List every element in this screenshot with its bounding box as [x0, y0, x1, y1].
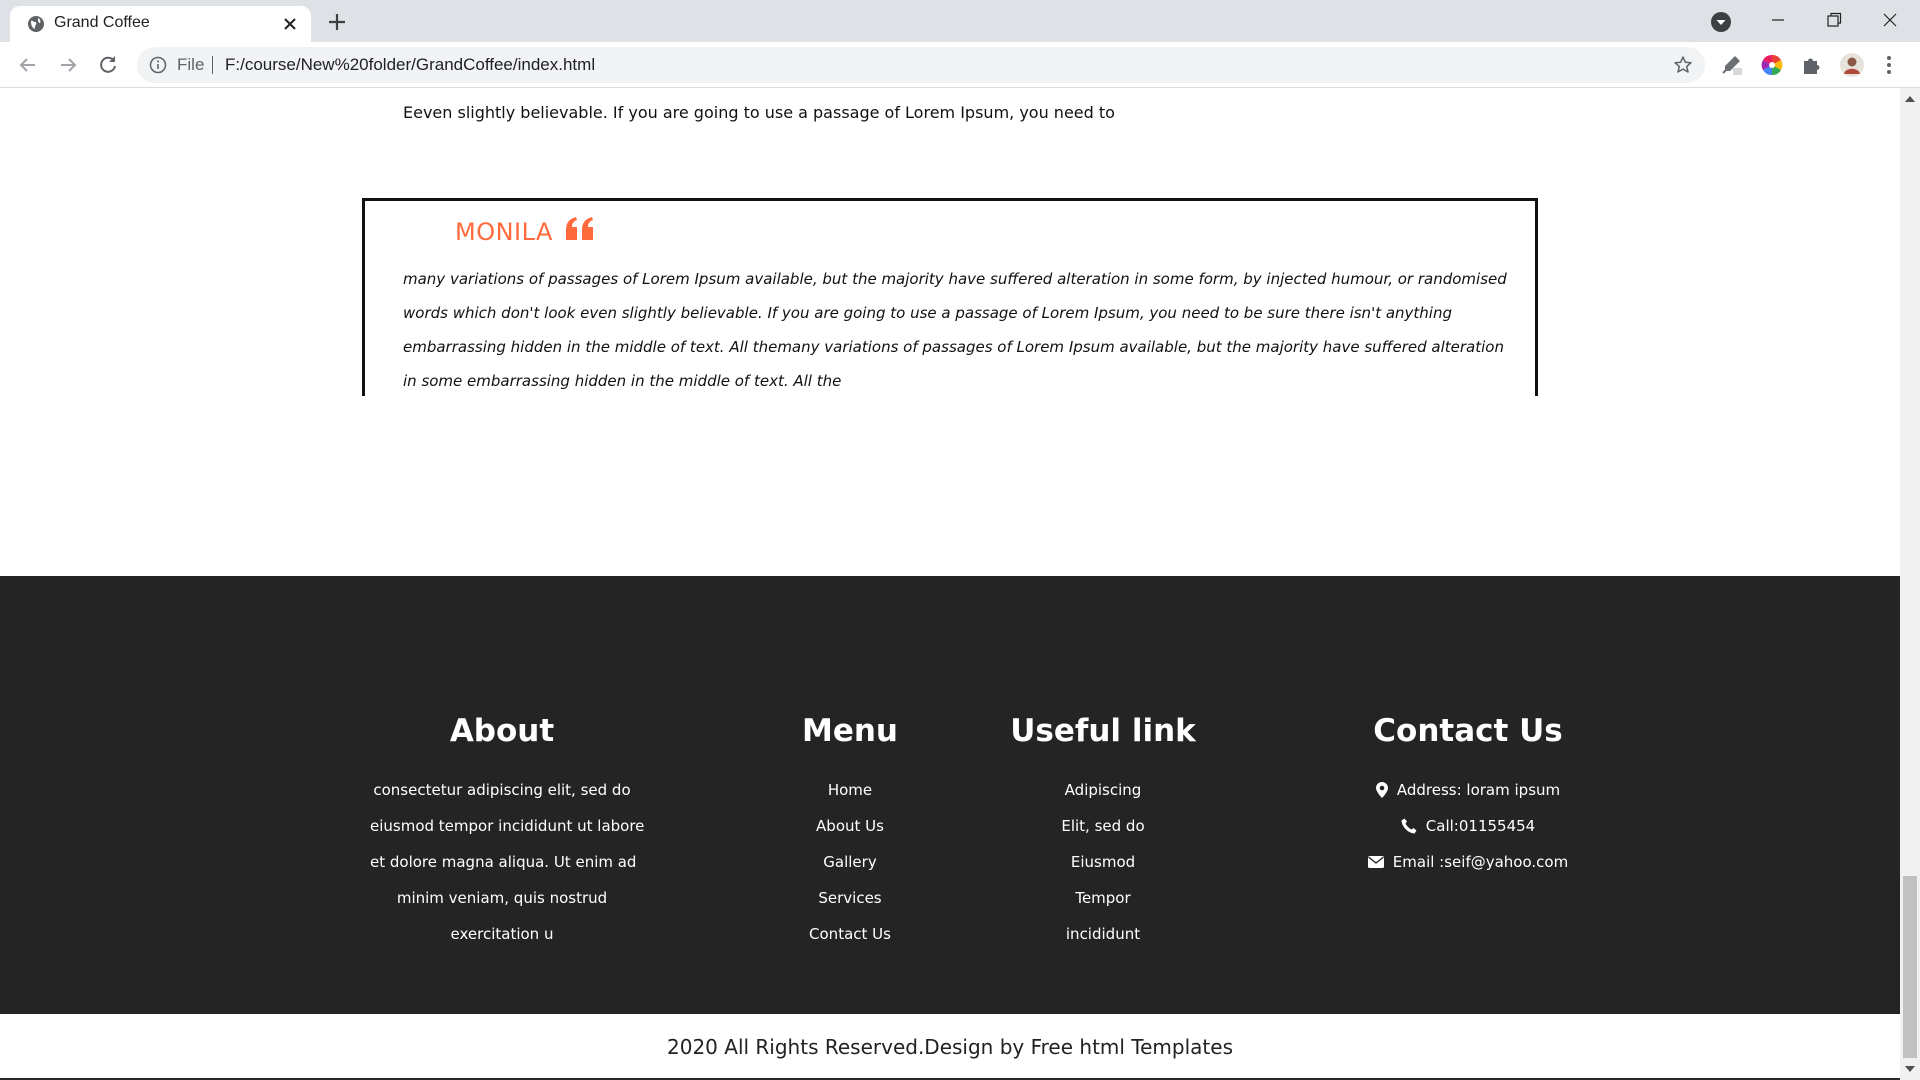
- close-icon[interactable]: [280, 14, 300, 34]
- url-text[interactable]: F:/course/New%20folder/GrandCoffee/index…: [225, 54, 595, 76]
- footer-useful-link[interactable]: Elit, sed do: [998, 808, 1208, 844]
- reload-icon[interactable]: [94, 51, 122, 79]
- color-wheel-icon[interactable]: [1759, 52, 1785, 78]
- call-text: Call:01155454: [1425, 817, 1536, 835]
- kebab-menu-icon[interactable]: [1882, 52, 1896, 78]
- plus-icon[interactable]: [325, 10, 349, 34]
- copyright-text: 2020 All Rights Reserved.Design by Free …: [0, 1014, 1900, 1080]
- close-icon: [1883, 13, 1897, 27]
- restore-icon: [1827, 12, 1842, 27]
- envelope-icon: [1367, 856, 1384, 868]
- email-text: Email :seif@yahoo.com: [1392, 853, 1569, 871]
- footer-menu-gallery[interactable]: Gallery: [770, 844, 930, 880]
- footer-menu-contact-us[interactable]: Contact Us: [770, 916, 930, 952]
- footer-useful-link[interactable]: Tempor: [998, 880, 1208, 916]
- avatar-icon[interactable]: [1839, 52, 1865, 78]
- page-viewport: Eeven slightly believable. If you are go…: [0, 88, 1900, 1080]
- window-close-button[interactable]: [1862, 0, 1918, 40]
- tab-title: Grand Coffee: [54, 14, 150, 31]
- footer-about-line: et dolore magna aliqua. Ut enim ad: [370, 853, 637, 871]
- footer-useful-heading: Useful link: [1010, 713, 1196, 749]
- scheme-label: File: [177, 55, 205, 74]
- footer-contact-email[interactable]: Email :seif@yahoo.com: [1333, 844, 1603, 880]
- footer-useful-link[interactable]: Eiusmod: [998, 844, 1208, 880]
- footer-contact-address: Address: loram ipsum: [1333, 772, 1603, 808]
- footer-about-line: consectetur adipiscing elit, sed do: [373, 781, 631, 799]
- footer-menu-home[interactable]: Home: [770, 772, 930, 808]
- map-pin-icon: [1375, 782, 1388, 798]
- info-icon[interactable]: [149, 56, 167, 74]
- testimonial-text: many variations of passages of Lorem Ips…: [403, 270, 1507, 390]
- site-footer: About consectetur adipiscing elit, sed d…: [0, 576, 1900, 1014]
- vertical-scrollbar[interactable]: [1900, 88, 1920, 1080]
- intro-text: Eeven slightly believable. If you are go…: [403, 103, 1115, 122]
- footer-menu-about-us[interactable]: About Us: [770, 808, 930, 844]
- scroll-thumb[interactable]: [1903, 876, 1917, 1058]
- footer-contact-heading: Contact Us: [1373, 713, 1563, 749]
- address-bar[interactable]: File F:/course/New%20folder/GrandCoffee/…: [137, 47, 1705, 83]
- footer-contact: Contact Us Address: loram ipsum Call:011…: [1333, 712, 1603, 880]
- footer-about: About consectetur adipiscing elit, sed d…: [370, 712, 645, 952]
- scroll-up-arrow[interactable]: [1905, 96, 1915, 102]
- footer-useful-links: Useful link Adipiscing Elit, sed do Eius…: [998, 712, 1208, 952]
- footer-about-line: minim veniam, quis nostrud: [396, 889, 608, 907]
- browser-toolbar: File F:/course/New%20folder/GrandCoffee/…: [0, 42, 1920, 88]
- footer-menu: Menu Home About Us Gallery Services Cont…: [770, 712, 930, 952]
- testimonial-card: MONILA many variations of passages of Lo…: [362, 198, 1538, 396]
- address-text: Address: loram ipsum: [1396, 781, 1561, 799]
- minimize-button[interactable]: [1750, 0, 1806, 40]
- globe-icon: [28, 16, 44, 32]
- eyedropper-icon[interactable]: [1718, 52, 1744, 78]
- forward-arrow-icon[interactable]: [54, 51, 82, 79]
- quote-icon: [566, 217, 593, 240]
- browser-tab[interactable]: Grand Coffee: [10, 6, 311, 42]
- footer-contact-call: Call:01155454: [1333, 808, 1603, 844]
- footer-menu-heading: Menu: [801, 713, 898, 749]
- phone-icon: [1401, 818, 1417, 834]
- chevron-down-circle-icon[interactable]: [1710, 11, 1732, 33]
- footer-useful-link[interactable]: incididunt: [998, 916, 1208, 952]
- maximize-button[interactable]: [1806, 0, 1862, 40]
- back-arrow-icon[interactable]: [14, 51, 42, 79]
- footer-about-line: eiusmod tempor incididunt ut labore: [370, 817, 645, 835]
- puzzle-icon[interactable]: [1799, 52, 1825, 78]
- scroll-down-arrow[interactable]: [1905, 1066, 1915, 1072]
- minimize-icon: [1772, 19, 1784, 21]
- footer-useful-link[interactable]: Adipiscing: [998, 772, 1208, 808]
- testimonial-name: MONILA: [455, 218, 553, 246]
- browser-tabstrip: Grand Coffee: [0, 0, 1920, 42]
- star-icon[interactable]: [1673, 55, 1693, 75]
- footer-menu-services[interactable]: Services: [770, 880, 930, 916]
- footer-about-line: exercitation u: [450, 925, 554, 943]
- scheme-divider: [212, 56, 213, 74]
- footer-about-heading: About: [449, 713, 555, 749]
